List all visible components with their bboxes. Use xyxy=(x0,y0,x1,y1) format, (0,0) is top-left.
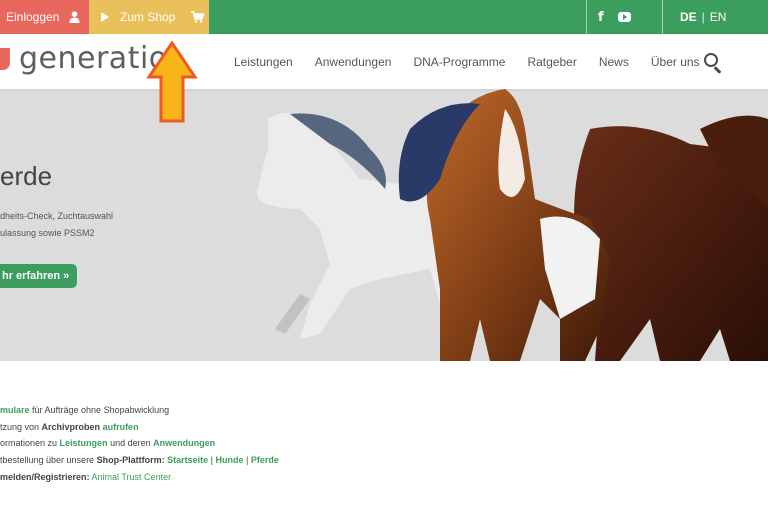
applications-link[interactable]: Anwendungen xyxy=(153,438,215,448)
shop-dogs-link[interactable]: Hunde xyxy=(215,455,243,465)
services-link[interactable]: Leistungen xyxy=(60,438,108,448)
list-item: tzung von Archivproben aufrufen xyxy=(0,422,279,439)
shop-home-link[interactable]: Startseite xyxy=(167,455,208,465)
shop-horses-link[interactable]: Pferde xyxy=(251,455,279,465)
link-text: ormationen zu xyxy=(0,438,60,449)
facebook-icon[interactable]: f xyxy=(598,10,604,25)
lang-separator: | xyxy=(701,10,705,24)
link-text: für Aufträge ohne Shopabwicklung xyxy=(29,405,170,415)
user-icon xyxy=(69,11,80,23)
hero-title: erde xyxy=(0,161,53,191)
arrow-up-icon xyxy=(146,40,198,123)
social-links: f xyxy=(598,0,631,34)
cart-icon xyxy=(191,11,205,23)
link-text: tzung von xyxy=(0,421,42,432)
login-button[interactable]: Einloggen xyxy=(0,0,89,34)
learn-more-button[interactable]: hr erfahren » xyxy=(0,264,77,288)
list-item: ormationen zu Leistungen und deren Anwen… xyxy=(0,438,279,455)
list-item: mulare für Aufträge ohne Shopabwicklung xyxy=(0,405,279,422)
link-text: melden/Registrieren: xyxy=(0,471,90,482)
play-icon xyxy=(101,12,109,22)
lang-en[interactable]: EN xyxy=(710,10,727,24)
link-text: und deren xyxy=(107,438,154,449)
logo-icon[interactable] xyxy=(0,48,10,70)
list-item: tbestellung über unsere Shop-Plattform: … xyxy=(0,455,279,472)
quick-links: mulare für Aufträge ohne Shopabwicklung … xyxy=(0,405,279,488)
link-text: Archivproben xyxy=(41,421,101,432)
nav-item-leistungen[interactable]: Leistungen xyxy=(234,55,293,69)
language-switcher: DE | EN xyxy=(680,0,726,34)
list-item: melden/Registrieren: Animal Trust Center xyxy=(0,472,279,489)
hero-subtitle-line: dheits-Check, Zuchtauswahl xyxy=(0,211,114,221)
search-icon[interactable] xyxy=(704,53,718,67)
archive-link[interactable]: aufrufen xyxy=(103,422,139,432)
shop-label: Zum Shop xyxy=(120,10,176,24)
divider xyxy=(662,0,663,34)
shop-button[interactable]: Zum Shop xyxy=(89,0,209,34)
nav-item-ratgeber[interactable]: Ratgeber xyxy=(527,55,576,69)
horses-illustration xyxy=(257,89,768,361)
dark-horse xyxy=(574,115,768,361)
link-text: | xyxy=(243,455,251,466)
hero-banner: erde dheits-Check, Zuchtauswahl ulassung… xyxy=(0,89,768,361)
main-header: generatio Leistungen Anwendungen DNA-Pro… xyxy=(0,34,768,89)
top-bar: Einloggen Zum Shop f DE | EN xyxy=(0,0,768,34)
login-label: Einloggen xyxy=(6,10,60,24)
youtube-icon[interactable] xyxy=(617,12,631,22)
forms-link[interactable]: mulare xyxy=(0,405,30,415)
nav-item-anwendungen[interactable]: Anwendungen xyxy=(315,55,392,69)
animal-trust-center-link[interactable]: Animal Trust Center xyxy=(92,472,172,482)
hero-subtitle-line: ulassung sowie PSSM2 xyxy=(0,228,95,238)
divider xyxy=(586,0,587,34)
lang-de[interactable]: DE xyxy=(680,10,697,24)
nav-item-news[interactable]: News xyxy=(599,55,629,69)
link-text: tbestellung über unsere xyxy=(0,455,97,466)
link-text: Shop-Plattform: xyxy=(96,455,165,466)
nav-item-dna-programme[interactable]: DNA-Programme xyxy=(413,55,505,69)
main-nav: Leistungen Anwendungen DNA-Programme Rat… xyxy=(234,34,722,89)
nav-item-ueber-uns[interactable]: Über uns xyxy=(651,55,700,69)
